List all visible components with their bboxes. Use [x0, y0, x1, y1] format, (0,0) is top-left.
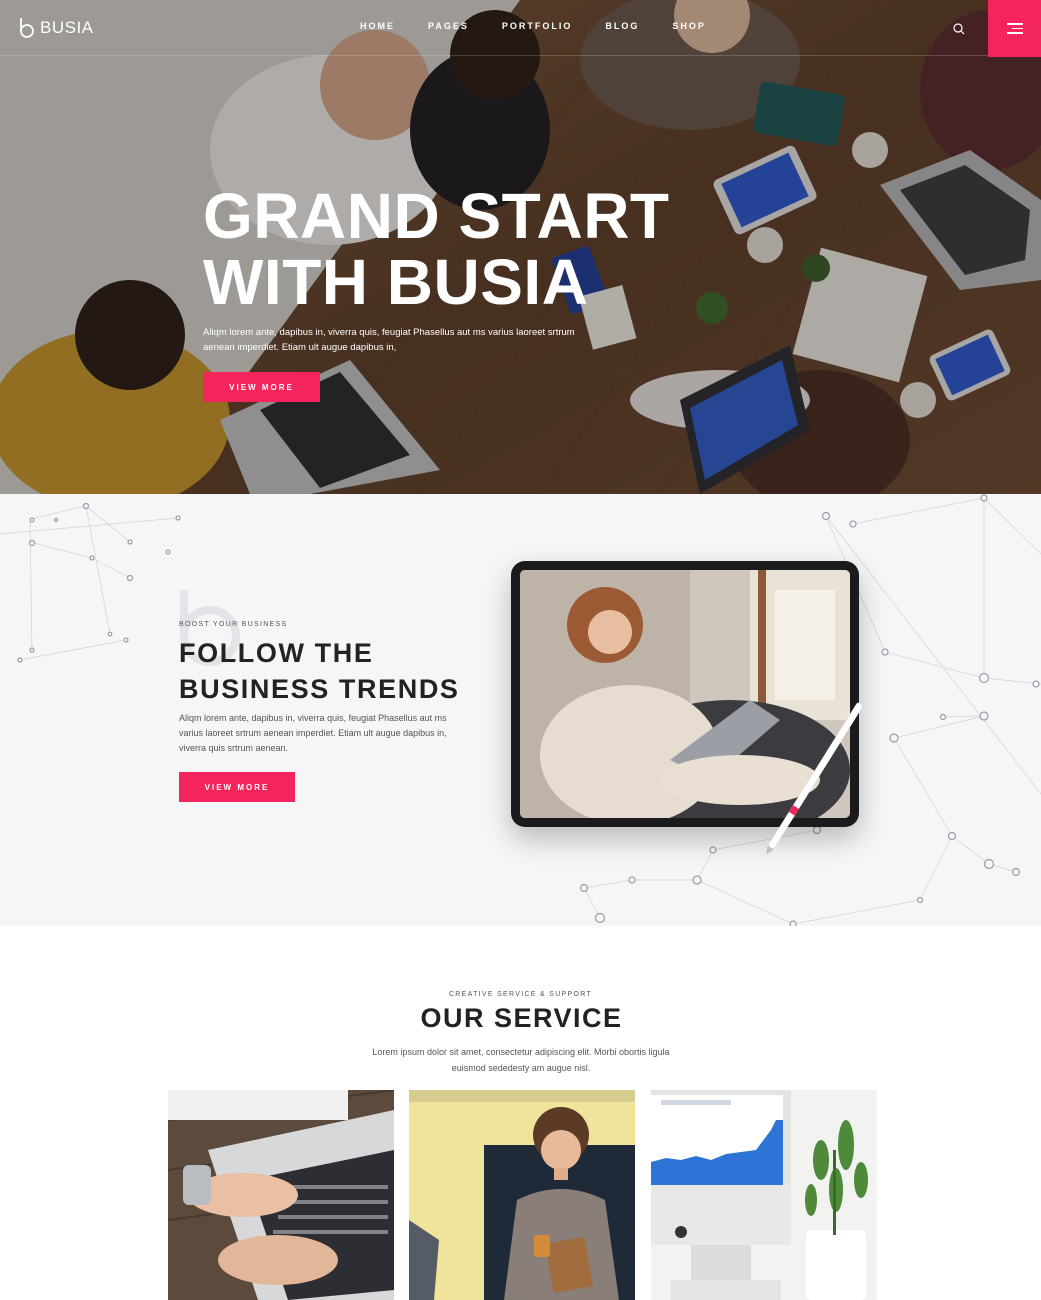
trends-view-more-button[interactable]: VIEW MORE: [179, 772, 295, 802]
search-icon[interactable]: [952, 22, 966, 36]
trends-kicker: BOOST YOUR BUSINESS: [179, 621, 288, 628]
service-card-analytics[interactable]: [651, 1090, 877, 1300]
logo-icon: [20, 18, 34, 38]
service-card-consulting[interactable]: [409, 1090, 635, 1300]
nav-item-portfolio[interactable]: PORTFOLIO: [502, 21, 573, 31]
brand-logo[interactable]: BUSIA: [16, 16, 94, 40]
desktop-analytics-chart-photo: [651, 1090, 877, 1300]
hero-view-more-button[interactable]: VIEW MORE: [203, 372, 320, 402]
woman-with-laptop-photo: [520, 570, 850, 818]
logo-text: BUSIA: [40, 18, 94, 37]
main-menu: HOME PAGES PORTFOLIO BLOG SHOP: [360, 21, 739, 31]
hamburger-icon: [1006, 20, 1023, 37]
business-trends-section: BOOST YOUR BUSINESS FOLLOW THE BUSINESS …: [0, 494, 1041, 926]
service-title: OUR SERVICE: [420, 1003, 623, 1033]
hero-description: Aliqm lorem ante, dapibus in, viverra qu…: [203, 327, 575, 353]
nav-item-pages[interactable]: PAGES: [428, 21, 469, 31]
hero-section: BUSIA HOME PAGES PORTFOLIO BLOG SHOP GRA…: [0, 0, 1041, 494]
service-description: Lorem ipsum dolor sit amet, consectetur …: [372, 1047, 670, 1073]
nav-item-blog[interactable]: BLOG: [605, 21, 639, 31]
service-kicker: CREATIVE SERVICE & SUPPORT: [448, 991, 593, 998]
hero-title: GRAND START WITH BUSIA: [203, 180, 670, 318]
nav-item-home[interactable]: HOME: [360, 21, 395, 31]
service-card-typing[interactable]: [168, 1090, 394, 1300]
trends-title: FOLLOW THE BUSINESS TRENDS: [179, 638, 460, 704]
hamburger-menu-button[interactable]: [988, 0, 1041, 57]
our-service-section: CREATIVE SERVICE & SUPPORT OUR SERVICE L…: [0, 926, 1041, 1300]
nav-item-shop[interactable]: SHOP: [672, 21, 706, 31]
woman-with-tablet-photo: [409, 1090, 635, 1300]
top-navbar: BUSIA HOME PAGES PORTFOLIO BLOG SHOP: [0, 0, 1041, 57]
trends-description: Aliqm lorem ante, dapibus in, viverra qu…: [179, 713, 447, 753]
hands-typing-laptop-photo: [168, 1090, 394, 1300]
